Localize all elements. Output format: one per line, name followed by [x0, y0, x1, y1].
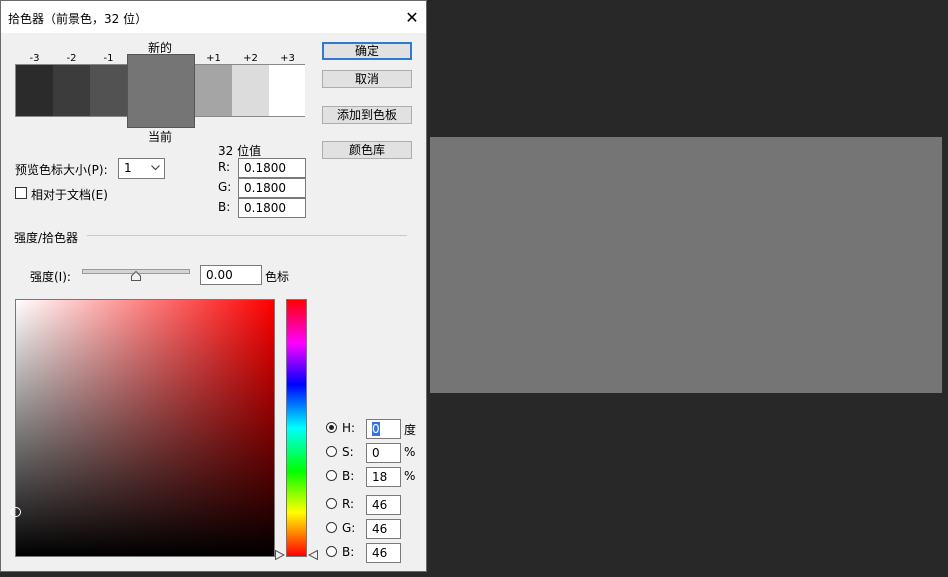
hue-slider-right-arrow-icon[interactable] [308, 550, 318, 560]
h-label: H: [342, 421, 356, 435]
s-label: S: [342, 445, 354, 459]
bit32-r-label: R: [218, 160, 231, 174]
preview-size-select[interactable]: 1 [118, 158, 165, 179]
relative-to-document-label: 相对于文档(E) [31, 188, 108, 202]
bit32-heading: 32 位值 [218, 144, 262, 158]
b-radio[interactable] [326, 470, 337, 481]
b-input[interactable]: 18 [366, 467, 401, 487]
color-picker-dialog: 拾色器（前景色，32 位） ✕ -3 -2 -1 +1 +2 +3 新的 当前 … [0, 0, 427, 572]
color-field-marker[interactable] [11, 507, 21, 517]
title-bar: 拾色器（前景色，32 位） ✕ [1, 1, 426, 33]
new-current-color-box[interactable] [127, 54, 195, 128]
relative-to-document-checkbox[interactable] [15, 187, 27, 199]
intensity-slider-thumb[interactable] [131, 271, 141, 281]
color-libraries-button[interactable]: 颜色库 [322, 141, 412, 159]
b-label: B: [342, 469, 355, 483]
s-input[interactable]: 0 [366, 443, 401, 463]
current-color-label: 当前 [148, 130, 173, 144]
r-radio[interactable] [326, 498, 337, 509]
close-icon[interactable]: ✕ [399, 7, 425, 29]
ok-button[interactable]: 确定 [322, 42, 412, 60]
b-unit: % [404, 469, 416, 483]
cancel-button[interactable]: 取消 [322, 70, 412, 88]
blue-radio[interactable] [326, 546, 337, 557]
swatch-label-plus3: +3 [280, 53, 295, 64]
swatch-label-minus2: -2 [66, 53, 77, 64]
g-radio[interactable] [326, 522, 337, 533]
preview-size-label: 预览色标大小(P): [15, 163, 108, 177]
swatch-label-plus2: +2 [243, 53, 258, 64]
swatch-plus1[interactable] [195, 65, 232, 116]
bit32-r-input[interactable]: 0.1800 [238, 158, 306, 178]
add-to-swatches-button[interactable]: 添加到色板 [322, 106, 412, 124]
hue-slider-left-arrow-icon[interactable] [275, 550, 285, 560]
bit32-b-label: B: [218, 200, 231, 214]
swatch-plus3[interactable] [269, 65, 305, 116]
s-unit: % [404, 445, 416, 459]
intensity-section-title: 强度/拾色器 [14, 231, 79, 245]
bit32-b-input[interactable]: 0.1800 [238, 198, 306, 218]
swatch-minus3[interactable] [16, 65, 53, 116]
h-value: 0 [372, 422, 380, 436]
blue-label: B: [342, 545, 355, 559]
h-radio[interactable] [326, 422, 337, 433]
color-field[interactable] [15, 299, 275, 557]
g-label: G: [342, 521, 356, 535]
swatch-minus1[interactable] [90, 65, 127, 116]
blue-input[interactable]: 46 [366, 543, 401, 563]
g-input[interactable]: 46 [366, 519, 401, 539]
swatch-label-minus1: -1 [103, 53, 114, 64]
swatch-plus2[interactable] [232, 65, 269, 116]
h-unit: 度 [404, 423, 417, 437]
color-stops-label: 色标 [265, 270, 290, 284]
color-preview-panel [430, 137, 942, 393]
swatch-label-minus3: -3 [29, 53, 40, 64]
r-input[interactable]: 46 [366, 495, 401, 515]
swatch-label-plus1: +1 [206, 53, 221, 64]
preview-size-value: 1 [124, 161, 132, 175]
dialog-title: 拾色器（前景色，32 位） [8, 12, 148, 26]
hue-slider[interactable] [286, 299, 307, 557]
h-input[interactable]: 0 [366, 419, 401, 439]
s-radio[interactable] [326, 446, 337, 457]
r-label: R: [342, 497, 355, 511]
swatch-minus2[interactable] [53, 65, 90, 116]
section-divider [87, 235, 407, 236]
intensity-label: 强度(I): [30, 270, 71, 284]
chevron-down-icon [151, 165, 160, 171]
intensity-input[interactable]: 0.00 [200, 265, 262, 285]
bit32-g-input[interactable]: 0.1800 [238, 178, 306, 198]
bit32-g-label: G: [218, 180, 232, 194]
